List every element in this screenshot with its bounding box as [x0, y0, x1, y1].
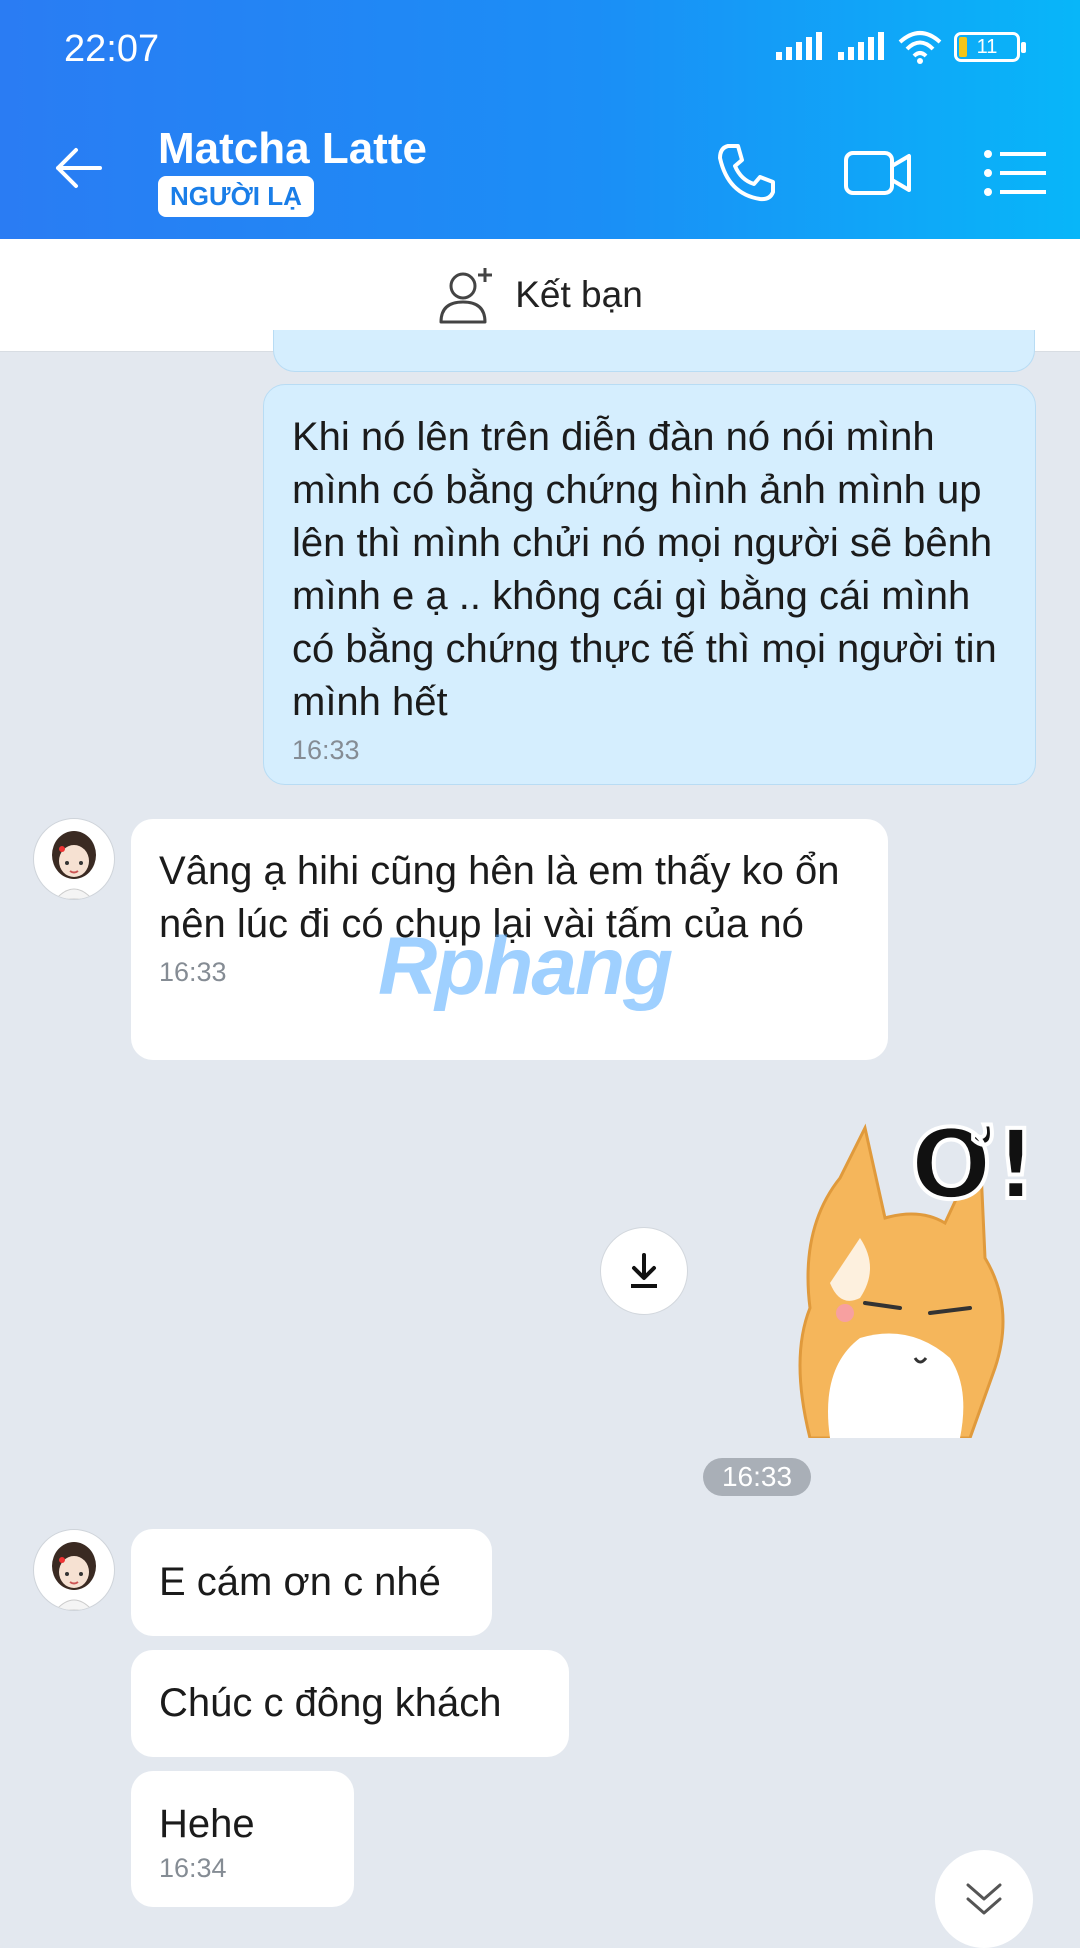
status-time: 22:07: [64, 28, 160, 70]
scroll-to-bottom-button[interactable]: [935, 1850, 1033, 1948]
incoming-message[interactable]: Hehe 16:34: [131, 1771, 354, 1907]
sticker-text: Ơ!: [910, 1109, 1030, 1221]
outgoing-message[interactable]: Khi nó lên trên diễn đàn nó nói mình mìn…: [263, 384, 1036, 785]
back-arrow-icon[interactable]: [50, 140, 106, 196]
avatar-girl-icon: [52, 1542, 96, 1610]
menu-icon[interactable]: [980, 138, 1050, 208]
video-icon[interactable]: [843, 138, 913, 208]
partial-message-bubble: [273, 330, 1035, 372]
download-icon: [631, 1253, 657, 1288]
battery-level: 11: [976, 35, 998, 58]
wifi-icon: [898, 31, 942, 64]
contact-name[interactable]: Matcha Latte: [158, 124, 427, 174]
add-user-icon: [439, 268, 493, 324]
incoming-message[interactable]: Chúc c đông khách: [131, 1650, 569, 1757]
avatar-girl-icon: [52, 831, 96, 899]
avatar[interactable]: [33, 818, 115, 900]
message-text: Chúc c đông khách: [159, 1681, 502, 1725]
signal-icon: [776, 32, 822, 60]
watermark: Rphang: [378, 921, 673, 1012]
download-button[interactable]: [600, 1227, 688, 1315]
status-icons: 11: [774, 30, 1026, 64]
message-text: Khi nó lên trên diễn đàn nó nói mình mìn…: [292, 415, 997, 724]
message-text: Hehe: [159, 1802, 255, 1846]
chat-header: 22:07 11 Matcha Latte NGƯỜI LẠ: [0, 0, 1080, 239]
chevron-double-down-icon: [966, 1883, 1002, 1915]
add-friend-label: Kết bạn: [515, 274, 643, 315]
message-time: 16:34: [159, 1853, 227, 1883]
sticker-time: 16:33: [703, 1458, 811, 1496]
battery-icon: 11: [954, 32, 1026, 62]
signal-icon-2: [838, 32, 884, 60]
message-text: E cám ơn c nhé: [159, 1560, 441, 1604]
incoming-message[interactable]: E cám ơn c nhé: [131, 1529, 492, 1636]
stranger-badge: NGƯỜI LẠ: [158, 176, 314, 217]
message-time: 16:33: [292, 735, 360, 765]
avatar[interactable]: [33, 1529, 115, 1611]
phone-icon[interactable]: [710, 138, 780, 208]
fox-sticker[interactable]: Ơ!: [770, 1108, 1030, 1438]
